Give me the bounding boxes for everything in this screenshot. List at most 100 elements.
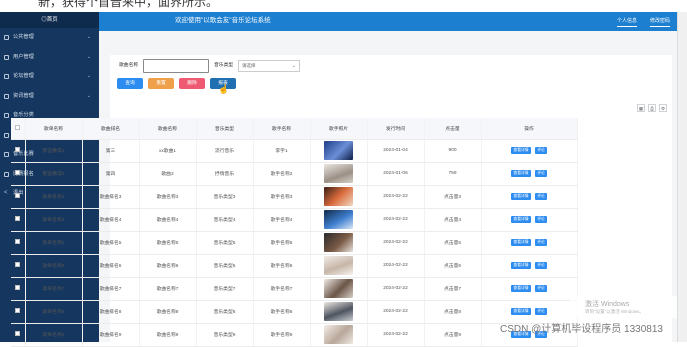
sidebar-item-label: 公共管理 [13,34,34,40]
table-row[interactable]: 歌单名称3 歌曲排名3 歌曲名称3 音乐类型3 歌手名称3 2024-02-22 点击量3 查… [11,185,578,209]
detail-button[interactable]: 查看详情 [511,170,531,177]
caption-fragment: 新，获得个首音来中，面界所示。 [0,0,687,12]
comment-button[interactable]: 评论 [535,239,547,246]
reset-button[interactable]: 重置 [148,78,174,89]
cell-type: 音乐类型5 [196,231,254,255]
grid-view-icon[interactable]: ▦ [637,104,645,112]
comment-button[interactable]: 评论 [535,193,547,200]
row-select-cell[interactable] [11,208,26,232]
cell-date: 2024-01-06 [367,162,425,186]
menu-item-icon [4,93,9,99]
row-checkbox[interactable] [15,262,21,267]
sidebar-item[interactable]: 资讯管理 ⌄ [0,87,99,107]
detail-button[interactable]: 查看详情 [511,193,531,200]
sidebar-item[interactable]: 论坛管理 ⌄ [0,67,99,87]
cell-singer-photo [310,208,368,232]
comment-button[interactable]: 评论 [535,262,547,269]
cell-actions: 查看详情 评论 [481,208,578,232]
comment-button[interactable]: 评论 [535,147,547,154]
table-row[interactable]: 那些撒得1 第三 xx歌曲1 流行音乐 李宇1 2024-01-04 900 查看详情 评论 [11,139,578,163]
row-select-cell[interactable] [11,231,26,255]
cell-actions: 查看详情 评论 [481,162,578,186]
detail-button[interactable]: 查看详情 [511,262,531,269]
menu-item-icon [4,113,9,118]
cell-name: 那些撒得1 [25,139,83,163]
row-select-cell[interactable] [11,162,26,186]
detail-button[interactable]: 查看详情 [511,216,531,223]
cell-singer-photo [310,277,368,301]
cell-date: 2024-02-22 [367,323,425,347]
cell-actions: 查看详情 评论 [481,139,578,163]
table-row[interactable]: 歌单名称6 歌曲排名6 歌曲名称6 音乐类型6 歌手名称6 2024-02-22 点击量6 查… [11,254,578,278]
row-select-cell[interactable] [11,185,26,209]
singer-photo [324,210,353,229]
comment-button[interactable]: 评论 [535,285,547,292]
cell-song: 歌曲名称8 [139,300,197,324]
cell-song: xx歌曲1 [139,139,197,163]
cell-rank: 歌曲排名6 [82,254,140,278]
table-header-row: 歌单名称 歌曲排名 歌曲名称 音乐类型 歌手名称 歌手照片 发行时间 点击量 操… [11,118,578,140]
cell-singer: 歌手名称6 [253,254,311,278]
song-name-input[interactable] [143,59,209,73]
detail-button[interactable]: 查看详情 [511,285,531,292]
page-scrollbar[interactable] [677,12,687,342]
row-checkbox[interactable] [15,216,21,221]
cell-clicks: 759 [424,162,482,186]
detail-button[interactable]: 查看详情 [511,239,531,246]
row-checkbox[interactable] [15,239,21,244]
row-select-cell[interactable] [11,277,26,301]
cell-name: 歌单名称9 [25,323,83,347]
personal-info-link[interactable]: 个人信息 [617,16,638,27]
sidebar-item[interactable]: 用户管理 ⌄ [0,48,99,68]
row-checkbox[interactable] [15,308,21,313]
cell-type: 抒情音乐 [196,162,254,186]
row-checkbox[interactable] [15,193,21,198]
cell-name: 歌单名称6 [25,254,83,278]
select-all-checkbox[interactable] [15,124,21,130]
singer-photo [324,164,353,183]
table-body: 那些撒得1 第三 xx歌曲1 流行音乐 李宇1 2024-01-04 900 查看详情 评论 那些… [11,139,578,347]
cell-date: 2024-02-22 [367,277,425,301]
top-bar: 欢迎使用"以歌会友"音乐论坛系统 个人信息 修改密码 [99,12,677,31]
table-row[interactable]: 那些撒得2 第四 歌曲2 抒情音乐 歌手名称2 2024-01-06 759 查看详情 评论 [11,162,578,186]
row-select-cell[interactable] [11,323,26,347]
row-select-cell[interactable] [11,254,26,278]
music-type-select[interactable]: 请选择 ⌄ [238,60,300,72]
site-title: 欢迎使用"以歌会友"音乐论坛系统 [175,17,271,24]
comment-button[interactable]: 评论 [535,308,547,315]
settings-icon[interactable]: ⚙ [659,104,667,112]
table-row[interactable]: 歌单名称8 歌曲排名8 歌曲名称8 音乐类型8 歌手名称8 2024-02-22 点击量8 查… [11,300,578,324]
table-row[interactable]: 歌单名称9 歌曲排名9 歌曲名称9 音乐类型9 歌手名称9 2024-02-22 点击量9 查… [11,323,578,347]
comment-button[interactable]: 评论 [535,216,547,223]
table-row[interactable]: 歌单名称7 歌曲排名7 歌曲名称7 音乐类型7 歌手名称7 2024-02-22 点击量7 查… [11,277,578,301]
singer-photo [324,187,353,206]
detail-button[interactable]: 查看详情 [511,308,531,315]
row-checkbox[interactable] [15,331,21,336]
query-button[interactable]: 查询 [117,78,143,89]
singer-photo [324,302,353,321]
print-icon[interactable]: ⎙ [648,104,656,112]
table-row[interactable]: 歌单名称5 歌曲排名5 歌曲名称5 音乐类型5 歌手名称5 2024-02-22 点击量5 查… [11,231,578,255]
chevron-down-icon: ⌄ [86,73,91,79]
row-checkbox[interactable] [15,170,21,175]
delete-button[interactable]: 删除 [179,78,205,89]
table-row[interactable]: 歌单名称4 歌曲排名4 歌曲名称4 音乐类型4 歌手名称4 2024-02-22 点击量4 查… [11,208,578,232]
cell-date: 2024-02-22 [367,300,425,324]
chevron-down-icon: ⌄ [86,34,91,40]
cell-rank: 歌曲排名9 [82,323,140,347]
cell-name: 歌单名称5 [25,231,83,255]
sidebar-item[interactable]: 公共管理 ⌄ [0,28,99,48]
windows-activation-title: 激活 Windows [585,301,630,308]
select-all-cell[interactable] [11,118,26,140]
change-password-link[interactable]: 修改密码 [650,16,671,27]
row-select-cell[interactable] [11,139,26,163]
row-checkbox[interactable] [15,147,21,152]
menu-item-icon [4,35,9,40]
cell-singer: 歌手名称5 [253,231,311,255]
comment-button[interactable]: 评论 [535,170,547,177]
row-checkbox[interactable] [15,285,21,290]
row-select-cell[interactable] [11,300,26,324]
sidebar-home[interactable]: ◎首页 [0,12,99,28]
cell-actions: 查看详情 评论 [481,185,578,209]
detail-button[interactable]: 查看详情 [511,147,531,154]
